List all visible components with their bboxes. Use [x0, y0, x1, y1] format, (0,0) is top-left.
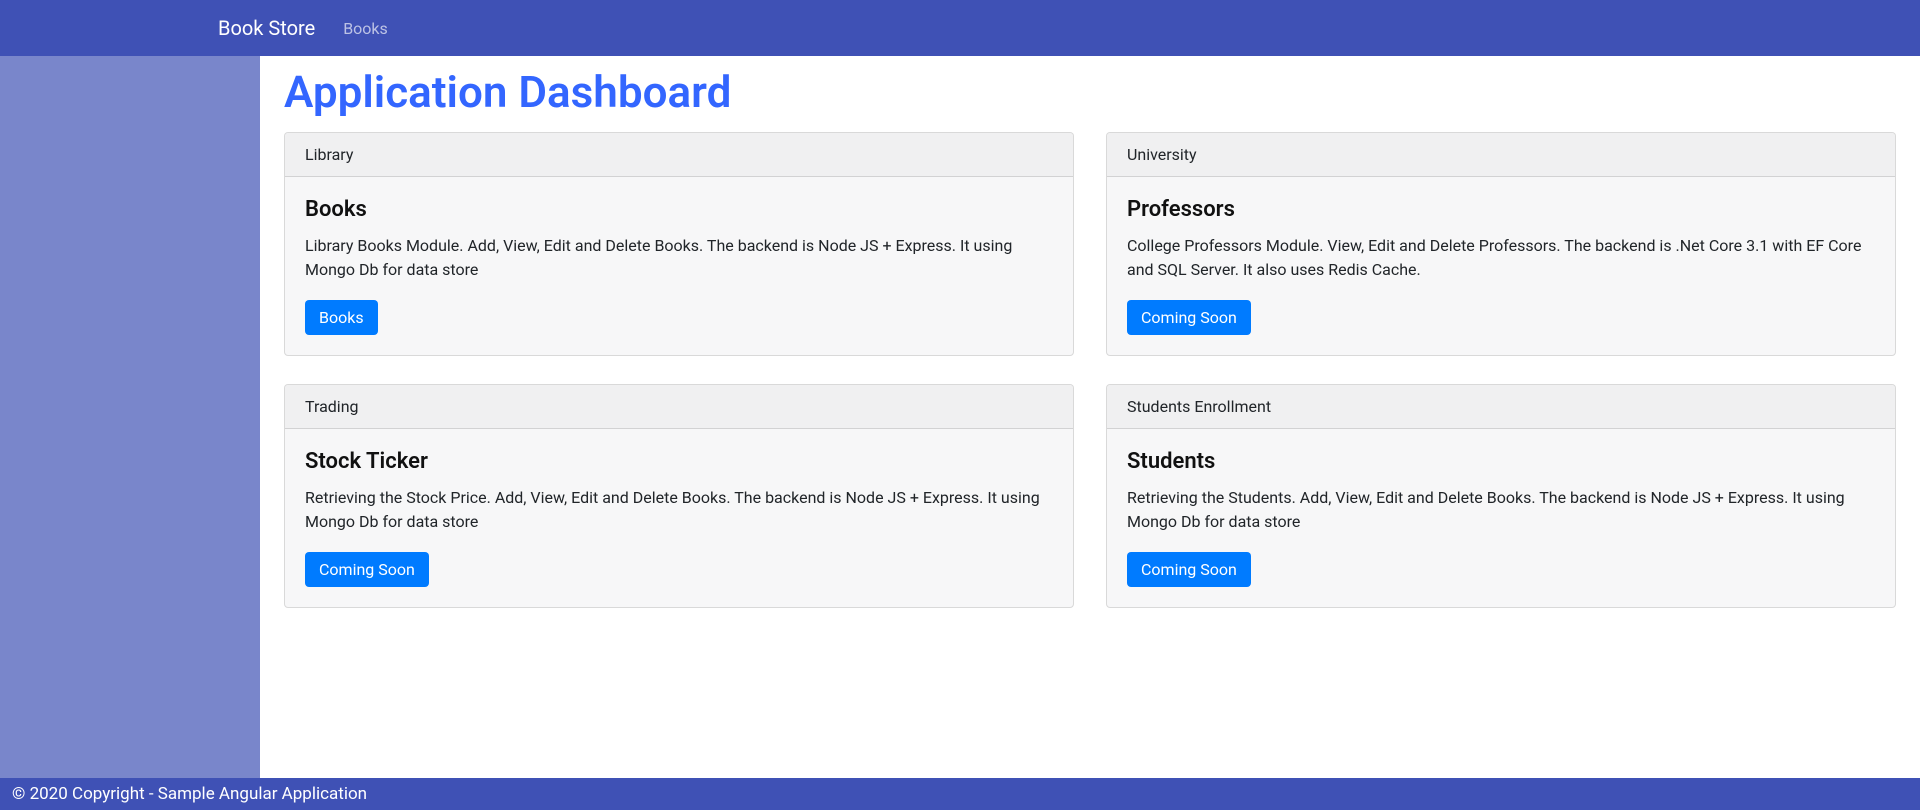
- card-desc: Library Books Module. Add, View, Edit an…: [305, 234, 1053, 282]
- coming-soon-button[interactable]: Coming Soon: [305, 552, 429, 587]
- card-header: University: [1107, 133, 1895, 177]
- card-header: Students Enrollment: [1107, 385, 1895, 429]
- card-title: Professors: [1127, 197, 1875, 222]
- books-button[interactable]: Books: [305, 300, 378, 335]
- footer: © 2020 Copyright - Sample Angular Applic…: [0, 778, 1920, 810]
- card-body: Students Retrieving the Students. Add, V…: [1107, 429, 1895, 607]
- card-row-2: Trading Stock Ticker Retrieving the Stoc…: [284, 384, 1896, 608]
- card-desc: Retrieving the Students. Add, View, Edit…: [1127, 486, 1875, 534]
- coming-soon-button[interactable]: Coming Soon: [1127, 552, 1251, 587]
- card-row-1: Library Books Library Books Module. Add,…: [284, 132, 1896, 356]
- main-content: Application Dashboard Library Books Libr…: [260, 56, 1920, 778]
- card-body: Books Library Books Module. Add, View, E…: [285, 177, 1073, 355]
- card-title: Books: [305, 197, 1053, 222]
- page-title: Application Dashboard: [284, 66, 1896, 118]
- card-desc: College Professors Module. View, Edit an…: [1127, 234, 1875, 282]
- navbar: Book Store Books: [0, 0, 1920, 56]
- card-university: University Professors College Professors…: [1106, 132, 1896, 356]
- body-wrap: Application Dashboard Library Books Libr…: [0, 56, 1920, 778]
- card-title: Students: [1127, 449, 1875, 474]
- nav-link-books[interactable]: Books: [335, 11, 396, 46]
- card-header: Trading: [285, 385, 1073, 429]
- card-library: Library Books Library Books Module. Add,…: [284, 132, 1074, 356]
- card-trading: Trading Stock Ticker Retrieving the Stoc…: [284, 384, 1074, 608]
- card-title: Stock Ticker: [305, 449, 1053, 474]
- card-body: Stock Ticker Retrieving the Stock Price.…: [285, 429, 1073, 607]
- sidebar: [0, 56, 260, 778]
- nav-brand[interactable]: Book Store: [218, 16, 315, 40]
- coming-soon-button[interactable]: Coming Soon: [1127, 300, 1251, 335]
- card-body: Professors College Professors Module. Vi…: [1107, 177, 1895, 355]
- card-header: Library: [285, 133, 1073, 177]
- footer-text: © 2020 Copyright - Sample Angular Applic…: [12, 784, 367, 804]
- card-desc: Retrieving the Stock Price. Add, View, E…: [305, 486, 1053, 534]
- card-students: Students Enrollment Students Retrieving …: [1106, 384, 1896, 608]
